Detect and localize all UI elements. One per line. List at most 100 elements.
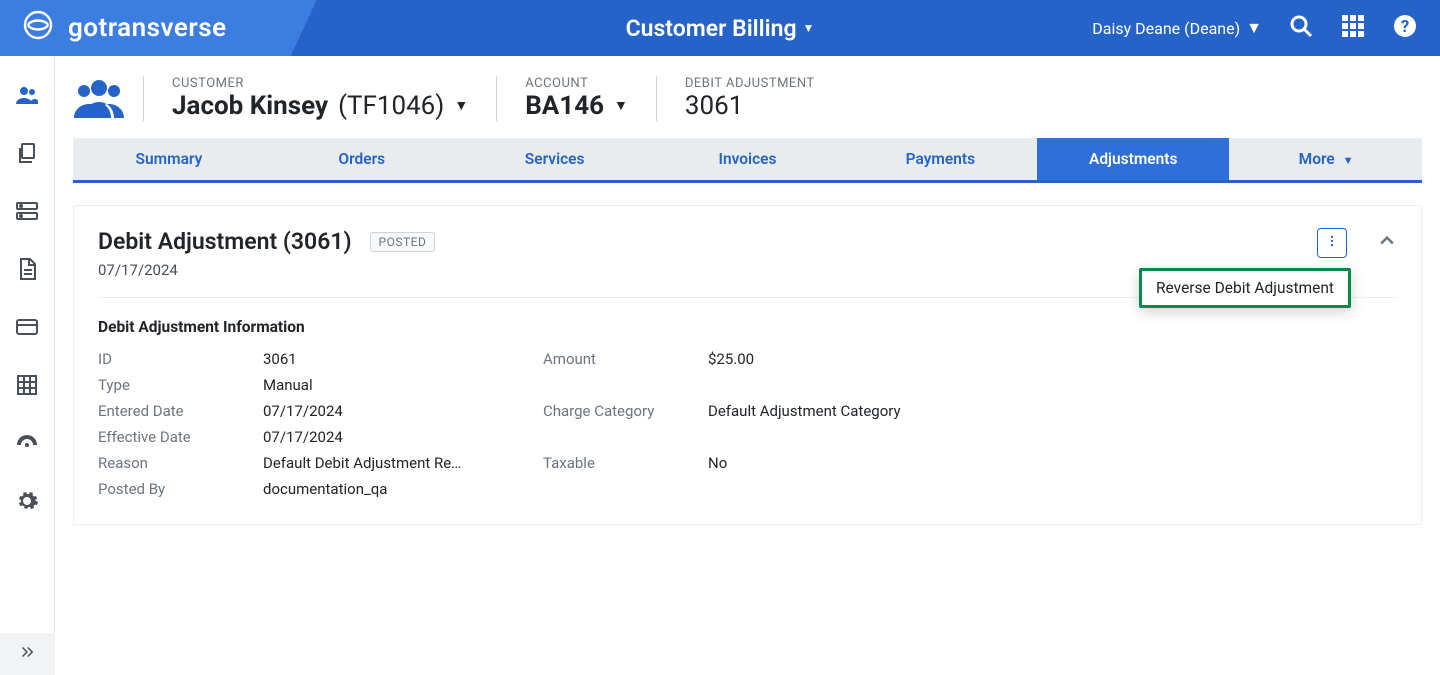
user-name: Daisy Deane (Deane) [1092, 19, 1240, 38]
tab-summary[interactable]: Summary [73, 138, 266, 180]
adjustment-value-wrap: 3061 [685, 91, 815, 121]
value-taxable: No [708, 454, 918, 498]
tab-adjustments[interactable]: Adjustments [1037, 138, 1230, 180]
label-reason: Reason [98, 454, 263, 472]
label-taxable: Taxable [543, 454, 708, 498]
value-reason: Default Debit Adjustment Re… [263, 454, 473, 472]
context-bar: CUSTOMER Jacob Kinsey (TF1046) ▼ ACCOUNT… [73, 72, 1422, 134]
value-effective-date: 07/17/2024 [263, 428, 473, 446]
sidebar-item-file[interactable] [0, 242, 55, 300]
label-posted-by: Posted By [98, 480, 263, 498]
tab-more-label: More [1299, 150, 1335, 168]
adjustment-label: DEBIT ADJUSTMENT [685, 76, 815, 91]
account-value: BA146 [525, 91, 604, 121]
label-charge-category: Charge Category [543, 402, 708, 446]
gear-icon [15, 489, 39, 517]
status-badge: POSTED [370, 232, 436, 252]
context-customer: CUSTOMER Jacob Kinsey (TF1046) ▼ [143, 76, 496, 121]
info-grid: ID 3061 Type Manual Entered Date 07/17/2… [98, 350, 1397, 498]
brand-logo-icon [22, 9, 54, 48]
customer-code: (TF1046) [338, 91, 444, 121]
value-id: 3061 [263, 350, 473, 368]
sidebar-item-calc[interactable] [0, 358, 55, 416]
info-col-left: ID 3061 Type Manual Entered Date 07/17/2… [98, 350, 483, 498]
apps-grid-icon [1341, 14, 1365, 42]
chevron-up-icon [1377, 236, 1397, 255]
menu-item-reverse-debit-adjustment[interactable]: Reverse Debit Adjustment [1156, 279, 1334, 297]
label-effective-date: Effective Date [98, 428, 263, 446]
credit-card-icon [15, 315, 39, 343]
caret-down-icon: ▼ [1246, 18, 1262, 38]
card-date: 07/17/2024 [98, 261, 435, 279]
label-amount: Amount [543, 350, 708, 394]
label-id: ID [98, 350, 263, 368]
tab-orders[interactable]: Orders [266, 138, 459, 180]
sidebar-item-settings[interactable] [0, 474, 55, 532]
card-title: Debit Adjustment (3061) [98, 228, 352, 255]
account-label: ACCOUNT [525, 76, 628, 91]
adjustment-value: 3061 [685, 91, 743, 121]
chevron-right-double-icon [18, 643, 36, 665]
brand-text: gotransverse [68, 13, 227, 43]
copy-icon [15, 141, 39, 169]
tabs: Summary Orders Services Invoices Payment… [73, 138, 1422, 180]
customer-large-icon [73, 72, 125, 124]
label-type: Type [98, 376, 263, 394]
tab-services[interactable]: Services [459, 138, 652, 180]
account-selector[interactable]: BA146 ▼ [525, 91, 628, 121]
value-charge-category: Default Adjustment Category [708, 402, 918, 446]
shell: CUSTOMER Jacob Kinsey (TF1046) ▼ ACCOUNT… [0, 56, 1440, 675]
value-amount: $25.00 [708, 350, 918, 394]
card-collapse-toggle[interactable] [1377, 231, 1397, 255]
search-icon [1289, 14, 1313, 42]
sidebar-item-servers[interactable] [0, 184, 55, 242]
sidebar-item-dashboard[interactable] [0, 416, 55, 474]
tab-payments[interactable]: Payments [844, 138, 1037, 180]
tab-invoices[interactable]: Invoices [652, 138, 845, 180]
brand[interactable]: gotransverse [22, 9, 227, 48]
customer-name: Jacob Kinsey [172, 91, 328, 121]
search-button[interactable] [1288, 15, 1314, 41]
main-content: CUSTOMER Jacob Kinsey (TF1046) ▼ ACCOUNT… [55, 56, 1440, 675]
value-type: Manual [263, 376, 473, 394]
sidebar-expand-toggle[interactable] [0, 633, 55, 675]
card-header: Debit Adjustment (3061) POSTED 07/17/202… [98, 228, 1397, 279]
file-icon [15, 257, 39, 285]
sidebar-item-customers[interactable] [0, 68, 55, 126]
apps-button[interactable] [1340, 15, 1366, 41]
card-actions: Reverse Debit Adjustment [1317, 228, 1397, 258]
customer-selector[interactable]: Jacob Kinsey (TF1046) ▼ [172, 91, 468, 121]
users-icon [15, 83, 39, 111]
sidebar-item-documents[interactable] [0, 126, 55, 184]
caret-down-icon: ▼ [803, 21, 815, 35]
server-icon [15, 199, 39, 227]
card-title-block: Debit Adjustment (3061) POSTED 07/17/202… [98, 228, 435, 279]
sidebar [0, 56, 55, 675]
calculator-icon [15, 373, 39, 401]
top-title-dropdown[interactable]: Customer Billing ▼ [626, 15, 815, 42]
value-posted-by: documentation_qa [263, 480, 473, 498]
tab-more[interactable]: More ▼ [1230, 138, 1422, 180]
value-entered-date: 07/17/2024 [263, 402, 473, 420]
caret-down-icon: ▼ [1343, 154, 1354, 167]
help-button[interactable]: ? [1392, 15, 1418, 41]
sidebar-item-payments[interactable] [0, 300, 55, 358]
info-col-right: Amount $25.00 Charge Category Default Ad… [543, 350, 928, 498]
help-icon: ? [1393, 14, 1417, 42]
topbar: gotransverse Customer Billing ▼ Daisy De… [0, 0, 1440, 56]
adjustment-card: Debit Adjustment (3061) POSTED 07/17/202… [73, 205, 1422, 525]
user-menu[interactable]: Daisy Deane (Deane) ▼ [1092, 18, 1262, 38]
context-account: ACCOUNT BA146 ▼ [496, 76, 656, 121]
caret-down-icon: ▼ [614, 97, 628, 114]
label-entered-date: Entered Date [98, 402, 263, 420]
tabs-underline [73, 180, 1422, 183]
top-title-text: Customer Billing [626, 15, 797, 42]
svg-text:?: ? [1401, 17, 1409, 37]
kebab-icon [1325, 232, 1339, 254]
card-actions-dropdown: Reverse Debit Adjustment [1139, 268, 1351, 308]
context-adjustment: DEBIT ADJUSTMENT 3061 [656, 76, 843, 121]
gauge-icon [15, 431, 39, 459]
caret-down-icon: ▼ [454, 97, 468, 114]
card-actions-menu-button[interactable] [1317, 228, 1347, 258]
top-actions: Daisy Deane (Deane) ▼ ? [1092, 15, 1418, 41]
